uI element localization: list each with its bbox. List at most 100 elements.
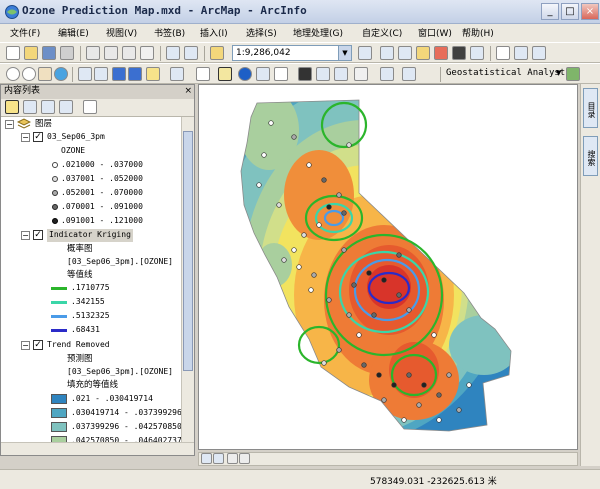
select-by-graphics-icon[interactable] [170, 67, 184, 81]
toc-title: 内容列表 [4, 86, 41, 96]
menu-selection[interactable]: 选择(S) [246, 26, 277, 39]
find-icon[interactable] [298, 67, 312, 81]
contour-swatch [51, 287, 67, 290]
clear-selection-icon[interactable] [196, 67, 210, 81]
collapse-icon[interactable]: − [5, 120, 14, 129]
fixed-zoom-out-icon[interactable] [94, 67, 108, 81]
toc-horizontal-scrollbar[interactable] [1, 442, 194, 455]
pause-drawing-icon[interactable] [239, 453, 250, 464]
menu-edit[interactable]: 编辑(E) [58, 26, 89, 39]
map-horizontal-scrollbar[interactable] [198, 452, 578, 466]
find-route-icon[interactable] [316, 67, 330, 81]
cut-icon[interactable] [86, 46, 100, 60]
layer-name[interactable]: 03_Sep06_3pm [47, 131, 105, 144]
maximize-button[interactable]: □ [561, 3, 579, 20]
collapse-icon[interactable]: − [21, 341, 30, 350]
point-symbol-icon [52, 204, 58, 210]
options-icon[interactable] [83, 100, 97, 114]
new-icon[interactable] [6, 46, 20, 60]
list-by-visibility-icon[interactable] [41, 100, 55, 114]
collapse-icon[interactable]: − [21, 133, 30, 142]
close-button[interactable]: × [581, 3, 599, 20]
layout-view-icon[interactable] [201, 453, 212, 464]
layer-checkbox[interactable]: ✓ [33, 340, 43, 350]
forward-icon[interactable] [128, 67, 142, 81]
list-by-drawing-order-icon[interactable] [5, 100, 19, 114]
table-of-contents-icon[interactable] [380, 46, 394, 60]
map-scale-box[interactable]: 1:9,286,042 ▼ [232, 45, 352, 61]
close-icon[interactable]: × [184, 85, 192, 98]
layer-name[interactable]: Trend Removed [47, 339, 110, 352]
menu-bookmarks[interactable]: 书签(B) [154, 26, 185, 39]
catalog-tab[interactable]: 目录 [583, 88, 598, 128]
california-ozone-map[interactable] [199, 85, 577, 449]
toc-root-label[interactable]: 图层 [35, 118, 52, 131]
geostatistical-wizard-icon[interactable] [566, 67, 580, 81]
fixed-zoom-in-icon[interactable] [78, 67, 92, 81]
search-tab[interactable]: 搜索 [583, 136, 598, 176]
back-icon[interactable] [112, 67, 126, 81]
add-data-icon[interactable] [210, 46, 224, 60]
chevron-down-icon[interactable]: ▼ [556, 69, 561, 77]
list-by-source-icon[interactable] [23, 100, 37, 114]
geostatistical-analyst-menu[interactable]: Geostatistical Analyst [446, 68, 565, 78]
arctoolbox-icon[interactable] [434, 46, 448, 60]
minimize-button[interactable]: _ [541, 3, 559, 20]
menu-view[interactable]: 视图(V) [106, 26, 137, 39]
save-icon[interactable] [42, 46, 56, 60]
search-window-icon[interactable] [416, 46, 430, 60]
time-slider-icon[interactable] [380, 67, 394, 81]
point-symbol-icon [52, 218, 58, 224]
point-symbol-icon [52, 176, 58, 182]
class-label: .070001 - .091000 [61, 202, 143, 211]
scrollbar-thumb[interactable] [183, 131, 193, 371]
menu-windows[interactable]: 窗口(W) [418, 26, 452, 39]
identify-icon[interactable] [238, 67, 252, 81]
layer-checkbox[interactable]: ✓ [33, 230, 43, 240]
paste-icon[interactable] [122, 46, 136, 60]
layer-checkbox[interactable]: ✓ [33, 132, 43, 142]
collapse-icon[interactable]: − [21, 231, 30, 240]
copy-icon[interactable] [104, 46, 118, 60]
html-popup-icon[interactable] [274, 67, 288, 81]
zoom-out-icon[interactable] [22, 67, 36, 81]
refresh-icon[interactable] [227, 453, 238, 464]
redo-icon[interactable] [184, 46, 198, 60]
undo-icon[interactable] [166, 46, 180, 60]
open-icon[interactable] [24, 46, 38, 60]
pan-icon[interactable] [38, 67, 52, 81]
menu-insert[interactable]: 插入(I) [200, 26, 228, 39]
data-view-icon[interactable] [213, 453, 224, 464]
catalog-icon[interactable] [398, 46, 412, 60]
map-display[interactable] [198, 84, 578, 450]
point-symbol-icon [52, 190, 58, 196]
select-elements-icon[interactable] [218, 67, 232, 81]
help-icon[interactable] [496, 46, 510, 60]
list-by-selection-icon[interactable] [59, 100, 73, 114]
python-icon[interactable] [452, 46, 466, 60]
menu-customize[interactable]: 自定义(C) [362, 26, 402, 39]
delete-icon[interactable] [140, 46, 154, 60]
toc-vertical-scrollbar[interactable] [181, 117, 194, 443]
fill-label: .021 - .030419714 [71, 394, 153, 403]
chevron-down-icon[interactable]: ▼ [338, 46, 351, 60]
menu-help[interactable]: 帮助(H) [462, 26, 494, 39]
modelbuilder-icon[interactable] [470, 46, 484, 60]
full-extent-icon[interactable] [54, 67, 68, 81]
print-icon[interactable] [60, 46, 74, 60]
layout-icon[interactable] [532, 46, 546, 60]
create-viewer-icon[interactable] [402, 67, 416, 81]
zoom-in-icon[interactable] [6, 67, 20, 81]
go-to-xy-icon[interactable] [354, 67, 368, 81]
toolbar-separator [204, 46, 205, 61]
select-features-icon[interactable] [146, 67, 160, 81]
layer-name[interactable]: Indicator Kriging [47, 229, 133, 242]
class-label: .021000 - .037000 [61, 160, 143, 169]
editor-icon[interactable] [358, 46, 372, 60]
menu-geoprocessing[interactable]: 地理处理(G) [293, 26, 343, 39]
right-dock: 目录 搜索 [580, 84, 600, 466]
grid-icon[interactable] [514, 46, 528, 60]
hyperlink-icon[interactable] [256, 67, 270, 81]
menu-file[interactable]: 文件(F) [10, 26, 40, 39]
measure-icon[interactable] [334, 67, 348, 81]
